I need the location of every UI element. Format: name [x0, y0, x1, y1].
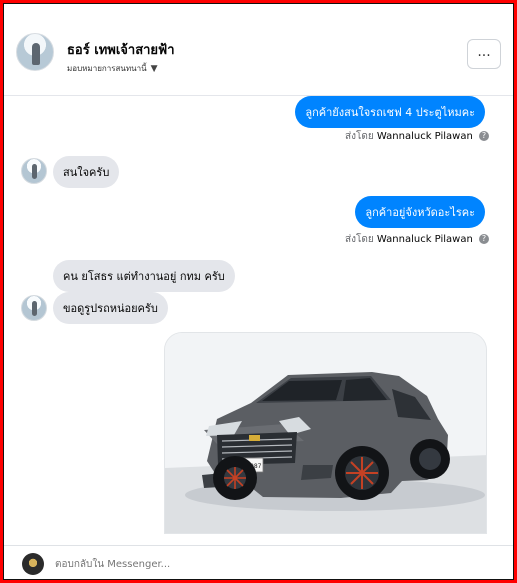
incoming-avatar[interactable] — [21, 158, 47, 184]
message-thread: ลูกค้ายังสนใจรถเชฟ 4 ประตูไหมคะ ส่งโดย W… — [4, 96, 513, 546]
assignment-label: มอบหมายการสนทนานี้ — [67, 64, 147, 73]
assign-conversation-control[interactable]: มอบหมายการสนทนานี้ ▼ — [67, 62, 158, 75]
more-options-button[interactable]: ... — [467, 39, 501, 69]
info-icon[interactable]: ? — [479, 234, 489, 244]
sent-by-line: ส่งโดย Wannaluck Pilawan ? — [345, 129, 489, 144]
incoming-message[interactable]: สนใจครับ — [53, 156, 120, 188]
pickup-truck-photo: กล 1987 — [165, 333, 486, 533]
conversation-header: ธอร์ เทพเจ้าสายฟ้า มอบหมายการสนทนานี้ ▼ … — [4, 4, 513, 96]
sent-by-prefix: ส่งโดย — [345, 131, 374, 142]
message-composer — [4, 545, 513, 579]
contact-avatar[interactable] — [16, 33, 54, 71]
contact-name[interactable]: ธอร์ เทพเจ้าสายฟ้า — [67, 39, 175, 60]
sender-name: Wannaluck Pilawan — [376, 234, 473, 245]
outgoing-message[interactable]: ลูกค้าอยู่จังหวัดอะไรคะ — [355, 196, 485, 228]
incoming-message[interactable]: ขอดูรูปรถหน่อยครับ — [53, 292, 168, 324]
info-icon[interactable]: ? — [479, 131, 489, 141]
incoming-avatar[interactable] — [21, 295, 47, 321]
sender-name: Wannaluck Pilawan — [376, 131, 473, 142]
outgoing-message[interactable]: ลูกค้ายังสนใจรถเชฟ 4 ประตูไหมคะ — [295, 96, 485, 128]
incoming-message[interactable]: คน ยโสธร แต่ทำงานอยู่ กทม ครับ — [53, 260, 235, 292]
sent-by-line: ส่งโดย Wannaluck Pilawan ? — [345, 232, 489, 247]
sent-by-prefix: ส่งโดย — [345, 234, 374, 245]
shared-car-photo[interactable]: กล 1987 — [164, 332, 487, 534]
page-avatar[interactable] — [22, 553, 44, 575]
messenger-window: ธอร์ เทพเจ้าสายฟ้า มอบหมายการสนทนานี้ ▼ … — [3, 3, 514, 580]
caret-down-icon: ▼ — [150, 63, 158, 74]
reply-input[interactable] — [55, 555, 315, 573]
